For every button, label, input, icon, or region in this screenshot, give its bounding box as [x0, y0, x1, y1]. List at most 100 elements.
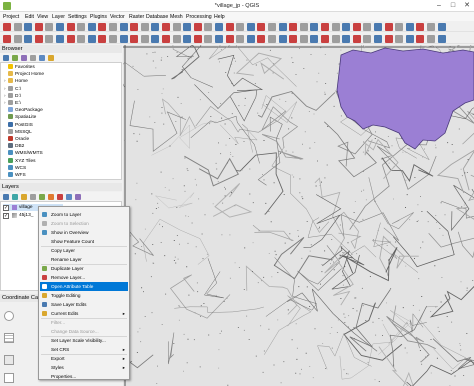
browser-item[interactable]: GeoPackage [4, 107, 43, 114]
browser-item[interactable]: WFS [4, 172, 26, 179]
toolbar-tool-icon[interactable] [437, 22, 446, 31]
toolbar-tool-icon[interactable] [162, 22, 170, 31]
toolbar-tool-icon[interactable] [352, 34, 361, 43]
context-menu-item[interactable]: Duplicate Layer [40, 264, 128, 273]
toolbar-tool-icon[interactable] [257, 34, 266, 43]
browser-item[interactable]: Project Home [4, 71, 44, 78]
toolbar-tool-icon[interactable] [45, 22, 54, 31]
toolbar-tool-icon[interactable] [66, 22, 75, 31]
browser-tool-icon[interactable] [12, 54, 18, 61]
toolbar-tool-icon[interactable] [342, 22, 351, 31]
toolbar-tool-icon[interactable] [140, 34, 149, 43]
browser-item[interactable]: WCS [4, 164, 26, 172]
toolbar-tool-icon[interactable] [56, 34, 64, 43]
context-menu-item[interactable]: Rename Layer [40, 255, 128, 264]
layers-tool-icon[interactable] [21, 193, 27, 200]
layers-tool-icon[interactable] [3, 193, 9, 200]
context-menu-item[interactable]: Toggle Editing [40, 291, 128, 300]
context-menu-item[interactable]: Change Data Source... [40, 327, 128, 336]
toolbar-tool-icon[interactable] [384, 22, 393, 31]
layers-tool-icon[interactable] [39, 193, 45, 200]
toolbar-tool-icon[interactable] [278, 34, 287, 43]
toolbar-tool-icon[interactable] [204, 22, 213, 31]
toolbar-tool-icon[interactable] [289, 22, 298, 31]
layer-checkbox[interactable]: ✓ [3, 204, 9, 211]
menu-processing[interactable]: Processing [186, 14, 212, 20]
context-menu-item[interactable]: Set Layer Scale Visibility... [40, 336, 128, 345]
browser-item[interactable]: › C:\ [4, 85, 21, 93]
menu-raster[interactable]: Raster [129, 14, 144, 20]
close-button[interactable]: ✕ [460, 0, 474, 12]
toolbar-tool-icon[interactable] [45, 34, 54, 43]
toolbar-tool-icon[interactable] [87, 22, 96, 31]
toolbar-tool-icon[interactable] [140, 22, 149, 31]
toolbar-tool-icon[interactable] [193, 34, 202, 43]
toolbar-tool-icon[interactable] [109, 34, 117, 43]
crs-selector-icon[interactable] [4, 311, 14, 321]
toolbar-tool-icon[interactable] [310, 22, 319, 31]
layers-tool-icon[interactable] [57, 193, 63, 200]
toolbar-tool-icon[interactable] [172, 34, 181, 43]
copy-icon[interactable] [4, 373, 14, 383]
context-menu-item[interactable]: Styles ▸ [40, 363, 128, 372]
browser-item[interactable]: Favorites [4, 64, 35, 71]
toolbar-tool-icon[interactable] [268, 34, 276, 43]
toolbar-tool-icon[interactable] [3, 34, 11, 43]
toolbar-tool-icon[interactable] [310, 34, 319, 43]
toolbar-tool-icon[interactable] [172, 22, 181, 31]
menu-view[interactable]: View [37, 14, 48, 20]
browser-item[interactable]: › D:\ [4, 92, 21, 100]
toolbar-tool-icon[interactable] [299, 22, 308, 31]
toolbar-tool-icon[interactable] [405, 34, 414, 43]
toolbar-tool-icon[interactable] [77, 34, 86, 43]
context-menu-item[interactable]: Set CRS ▸ [40, 345, 128, 354]
layer-checkbox[interactable]: ✓ [3, 212, 9, 219]
browser-tool-icon[interactable] [30, 54, 36, 61]
layers-tool-icon[interactable] [12, 193, 18, 200]
menu-layer[interactable]: Layer [52, 14, 65, 20]
toolbar-tool-icon[interactable] [119, 34, 128, 43]
toolbar-tool-icon[interactable] [331, 22, 340, 31]
layers-tool-icon[interactable] [75, 193, 81, 200]
context-menu-item[interactable]: Export ▸ [40, 354, 128, 363]
toolbar-tool-icon[interactable] [321, 34, 329, 43]
menu-help[interactable]: Help [214, 14, 225, 20]
toolbar-tool-icon[interactable] [24, 22, 33, 31]
toolbar-tool-icon[interactable] [183, 34, 192, 43]
toolbar-tool-icon[interactable] [109, 22, 117, 31]
toolbar-tool-icon[interactable] [289, 34, 298, 43]
menu-project[interactable]: Project [3, 14, 19, 20]
toolbar-tool-icon[interactable] [98, 34, 107, 43]
context-menu-item[interactable]: Zoom to Layer [40, 210, 128, 219]
context-menu-item[interactable]: Copy Layer [40, 246, 128, 255]
toolbar-tool-icon[interactable] [215, 34, 223, 43]
menu-plugins[interactable]: Plugins [90, 14, 107, 20]
toolbar-tool-icon[interactable] [13, 34, 22, 43]
toolbar-tool-icon[interactable] [204, 34, 213, 43]
toolbar-tool-icon[interactable] [416, 34, 425, 43]
layers-tool-icon[interactable] [66, 193, 72, 200]
browser-tool-icon[interactable] [3, 54, 9, 61]
context-menu-item[interactable]: Remove Layer... [40, 273, 128, 282]
toolbar-tool-icon[interactable] [98, 22, 107, 31]
toolbar-tool-icon[interactable] [352, 22, 361, 31]
toolbar-tool-icon[interactable] [278, 22, 287, 31]
menu-database[interactable]: Database [146, 14, 168, 20]
toolbar-tool-icon[interactable] [183, 22, 192, 31]
context-menu-item[interactable]: Save Layer Edits [40, 300, 128, 309]
map-canvas[interactable] [123, 45, 474, 386]
toolbar-tool-icon[interactable] [130, 22, 139, 31]
menu-vector[interactable]: Vector [110, 14, 125, 20]
toolbar-tool-icon[interactable] [268, 22, 276, 31]
toolbar-tool-icon[interactable] [246, 22, 255, 31]
browser-item[interactable]: MSSQL [4, 128, 32, 136]
context-menu-item[interactable]: Filter... [40, 318, 128, 327]
toolbar-tool-icon[interactable] [427, 34, 435, 43]
toolbar-tool-icon[interactable] [257, 22, 266, 31]
toolbar-tool-icon[interactable] [130, 34, 139, 43]
toolbar-tool-icon[interactable] [374, 34, 382, 43]
browser-item[interactable]: › E:\ [4, 100, 21, 107]
browser-item[interactable]: DB2 [4, 143, 24, 150]
toolbar-tool-icon[interactable] [395, 34, 404, 43]
toolbar-tool-icon[interactable] [427, 22, 435, 31]
